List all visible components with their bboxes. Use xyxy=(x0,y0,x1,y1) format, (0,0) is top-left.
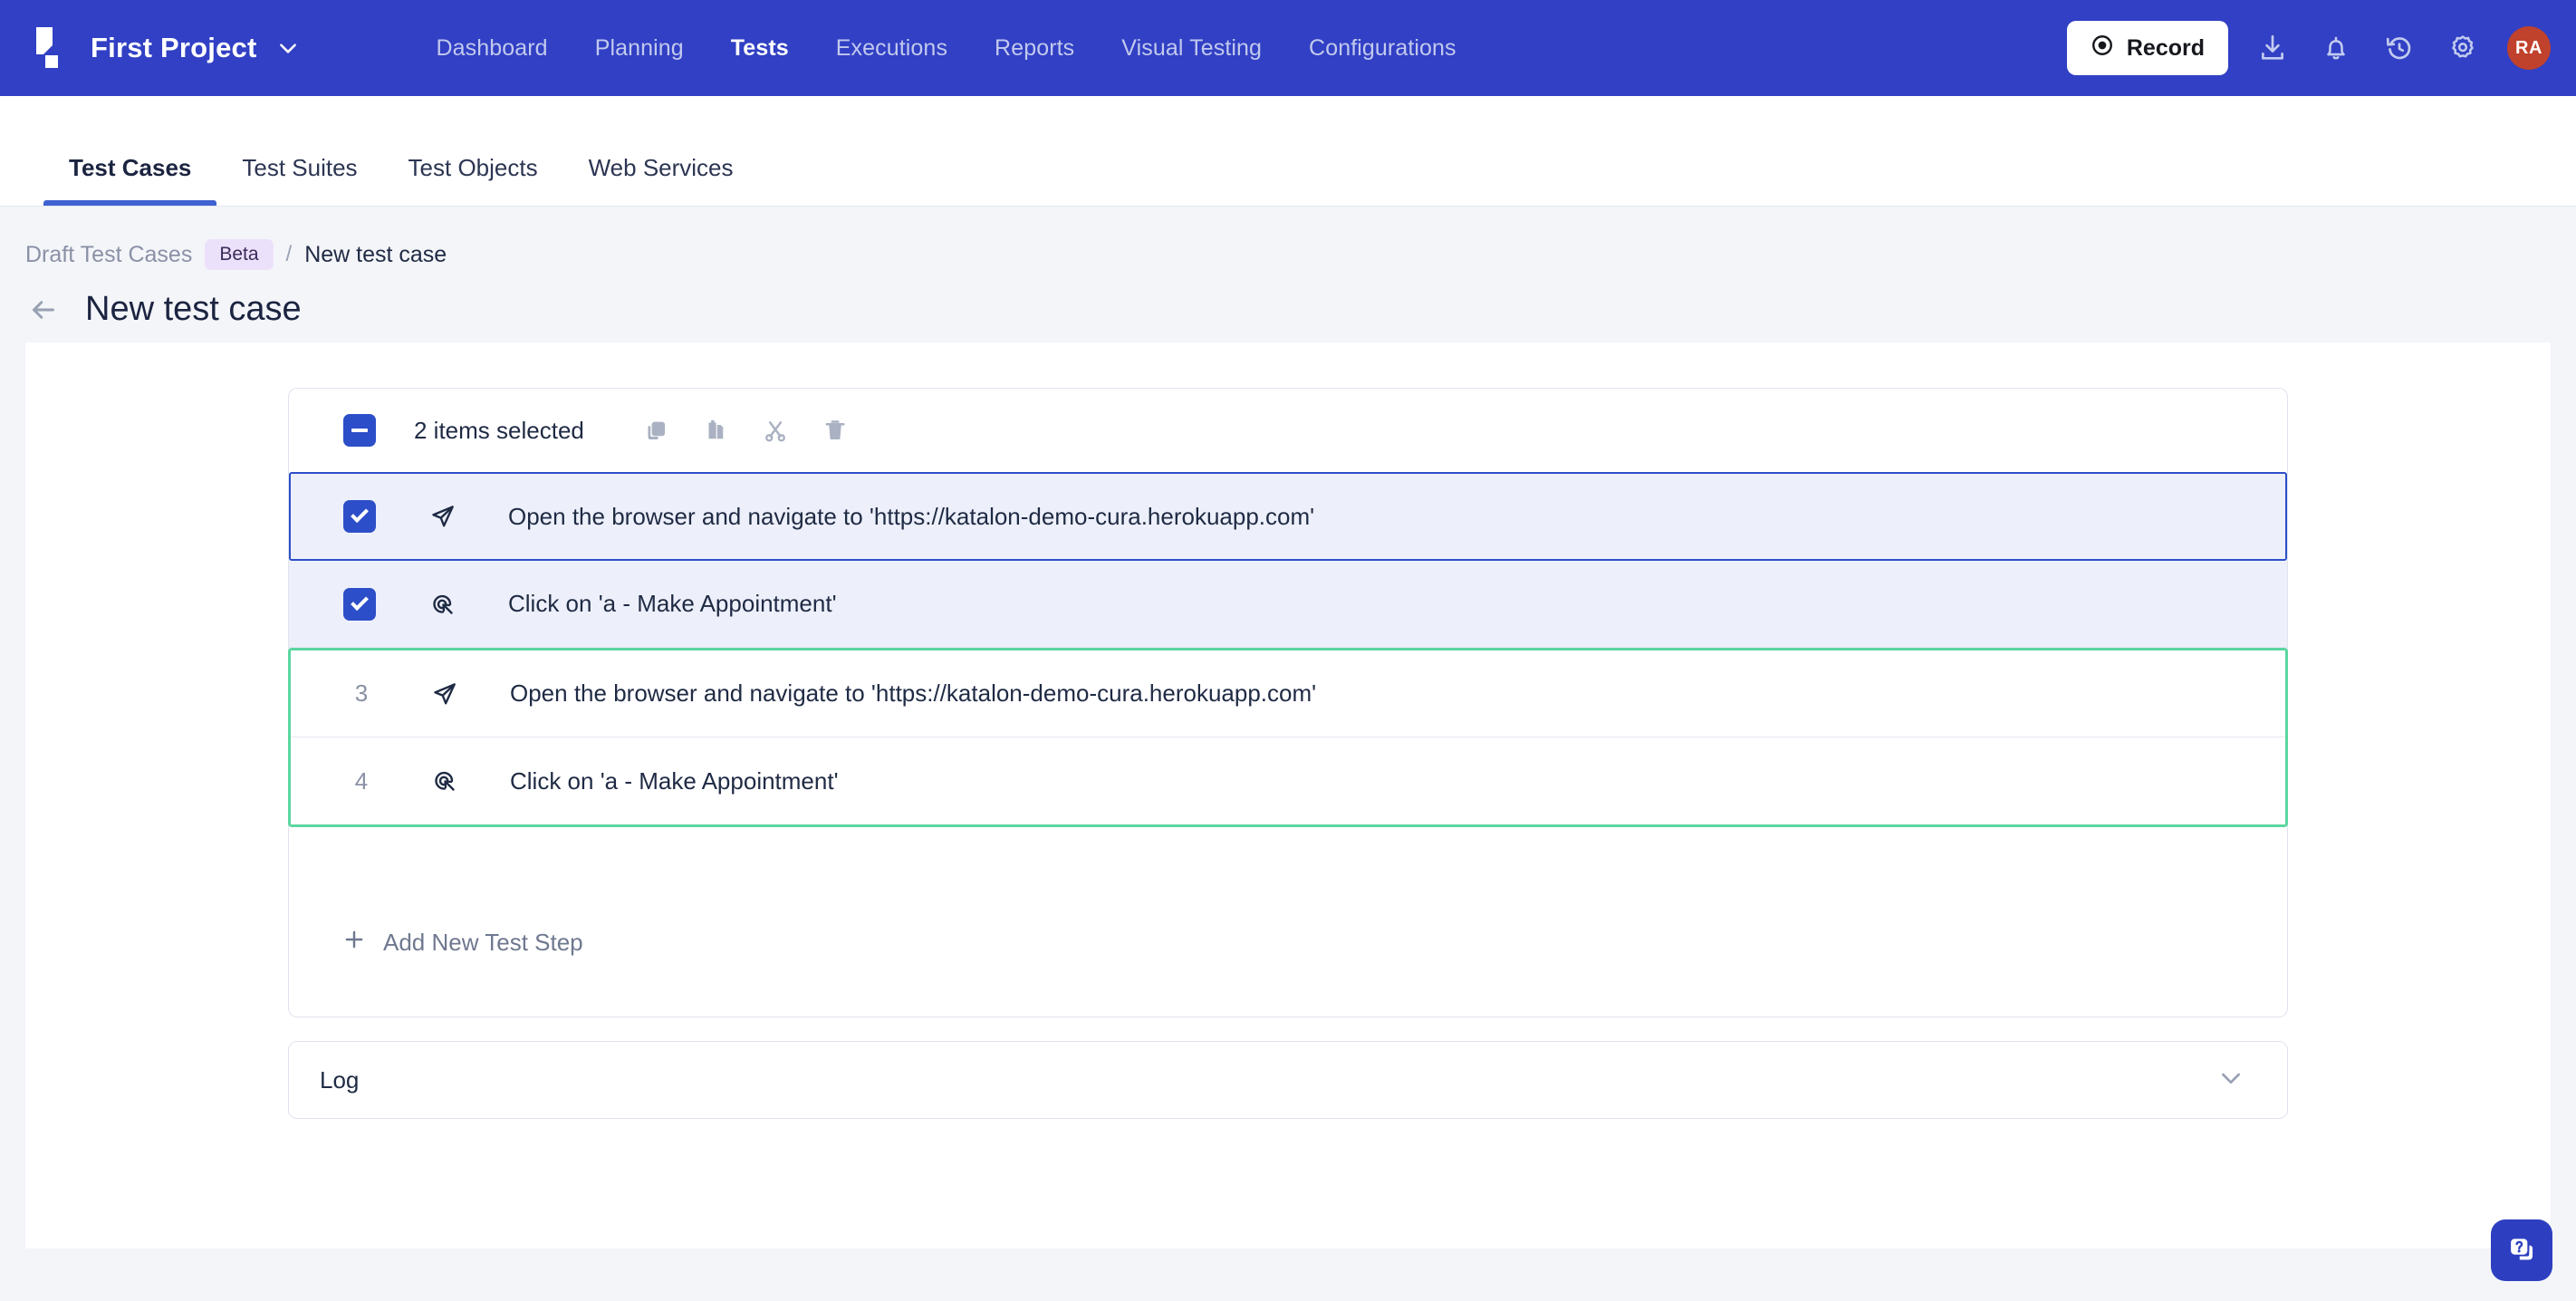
table-row[interactable]: 3 Open the browser and navigate to 'http… xyxy=(291,650,2285,737)
nav-item-reports[interactable]: Reports xyxy=(995,35,1074,62)
click-target-icon xyxy=(423,591,463,618)
selection-tool-icons xyxy=(633,408,858,453)
plus-icon xyxy=(341,927,367,959)
add-new-test-step-button[interactable]: Add New Test Step xyxy=(289,927,2287,959)
help-chat-icon[interactable] xyxy=(2491,1219,2552,1281)
brand-area[interactable]: First Project xyxy=(29,25,300,71)
delete-icon[interactable] xyxy=(812,408,858,453)
beta-badge: Beta xyxy=(205,239,274,270)
chevron-down-icon[interactable] xyxy=(2216,1064,2245,1097)
tab-test-suites[interactable]: Test Suites xyxy=(216,154,382,206)
breadcrumb-root[interactable]: Draft Test Cases xyxy=(25,242,192,268)
paste-icon[interactable] xyxy=(693,408,738,453)
nav-item-visual-testing[interactable]: Visual Testing xyxy=(1121,35,1262,62)
download-icon[interactable] xyxy=(2254,29,2292,67)
select-all-checkbox[interactable] xyxy=(343,414,376,447)
project-name: First Project xyxy=(91,32,257,63)
chevron-down-icon[interactable] xyxy=(276,36,300,60)
row-number-cell: 3 xyxy=(345,679,378,708)
step-checkbox[interactable] xyxy=(343,587,376,621)
test-steps-list: Open the browser and navigate to 'https:… xyxy=(288,472,2288,827)
test-steps-card: 2 items selected Open the browser and na… xyxy=(288,388,2288,1017)
navigate-icon xyxy=(423,503,463,530)
step-description: Click on 'a - Make Appointment' xyxy=(508,590,837,617)
tab-web-services[interactable]: Web Services xyxy=(563,154,759,206)
step-number: 4 xyxy=(354,766,369,795)
bell-icon[interactable] xyxy=(2317,29,2355,67)
header-actions: Record RA xyxy=(2066,21,2551,75)
arrow-left-icon[interactable] xyxy=(25,292,62,328)
log-panel[interactable]: Log xyxy=(288,1041,2288,1119)
nav-item-tests[interactable]: Tests xyxy=(731,35,789,62)
check-icon xyxy=(351,592,369,611)
app-header: First Project Dashboard Planning Tests E… xyxy=(0,0,2576,96)
table-row[interactable]: Open the browser and navigate to 'https:… xyxy=(289,472,2287,561)
selection-count-label: 2 items selected xyxy=(414,416,584,444)
section-tabs: Test Cases Test Suites Test Objects Web … xyxy=(0,96,2576,207)
nav-item-configurations[interactable]: Configurations xyxy=(1309,35,1456,62)
main-canvas: 2 items selected Open the browser and na… xyxy=(25,342,2551,1248)
step-number: 3 xyxy=(354,679,369,707)
title-row: New test case xyxy=(25,290,2525,329)
navigate-icon xyxy=(425,680,465,708)
nav-item-executions[interactable]: Executions xyxy=(836,35,947,62)
history-icon[interactable] xyxy=(2380,29,2418,67)
gear-icon[interactable] xyxy=(2444,29,2482,67)
step-description: Open the browser and navigate to 'https:… xyxy=(510,679,1317,707)
row-number-cell: 4 xyxy=(345,767,378,795)
breadcrumb-current: New test case xyxy=(304,241,447,267)
selection-toolbar: 2 items selected xyxy=(289,389,2287,472)
header-record-button[interactable]: Record xyxy=(2066,21,2228,75)
nav-item-dashboard[interactable]: Dashboard xyxy=(436,35,547,62)
check-icon xyxy=(351,505,369,524)
tab-test-cases[interactable]: Test Cases xyxy=(43,154,217,206)
pasted-steps-group: 3 Open the browser and navigate to 'http… xyxy=(288,648,2288,827)
breadcrumb-separator: / xyxy=(285,242,293,266)
table-row[interactable]: 4 Click on 'a - Make Appointment' xyxy=(291,737,2285,824)
breadcrumb: Draft Test Cases Beta / New test case xyxy=(25,239,2525,270)
main-nav: Dashboard Planning Tests Executions Repo… xyxy=(436,35,1456,62)
cut-icon[interactable] xyxy=(753,408,798,453)
katalon-logo-icon xyxy=(29,25,71,71)
add-new-test-step-label: Add New Test Step xyxy=(383,929,583,956)
indeterminate-dash-icon xyxy=(351,429,368,432)
step-checkbox[interactable] xyxy=(343,500,376,533)
avatar[interactable]: RA xyxy=(2507,26,2551,70)
page-title: New test case xyxy=(85,290,302,328)
record-circle-icon xyxy=(2091,34,2114,63)
nav-item-planning[interactable]: Planning xyxy=(595,35,684,62)
log-panel-label: Log xyxy=(320,1065,360,1094)
tab-test-objects[interactable]: Test Objects xyxy=(383,154,563,206)
click-target-icon xyxy=(425,767,465,795)
row-checkbox-cell xyxy=(343,587,376,621)
step-description: Click on 'a - Make Appointment' xyxy=(510,766,839,795)
row-checkbox-cell xyxy=(343,500,376,533)
header-record-label: Record xyxy=(2126,34,2205,61)
copy-icon[interactable] xyxy=(633,408,678,453)
page-header: Draft Test Cases Beta / New test case Ne… xyxy=(0,207,2576,533)
step-description: Open the browser and navigate to 'https:… xyxy=(508,502,1315,530)
table-row[interactable]: Click on 'a - Make Appointment' xyxy=(289,561,2287,648)
